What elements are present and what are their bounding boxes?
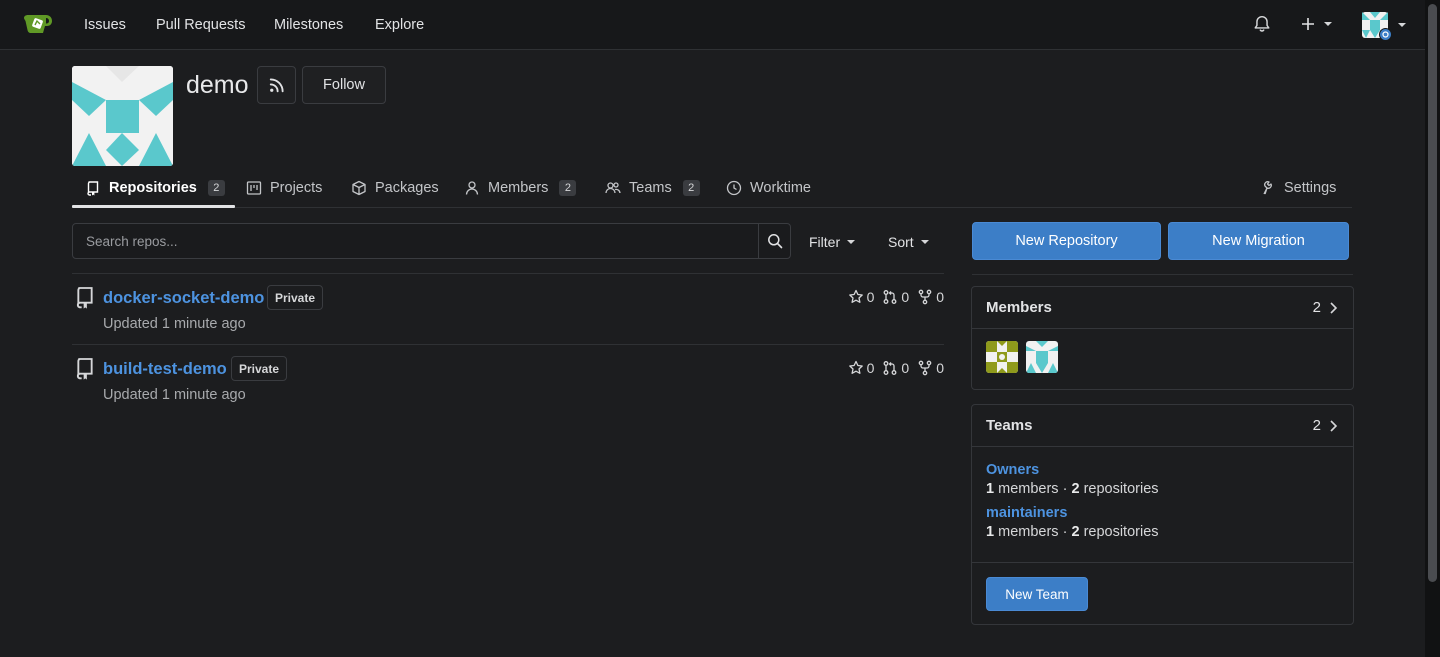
- team-entry: Owners 1 members · 2 repositories: [972, 462, 1353, 497]
- repo-stats: 0 0 0: [840, 289, 944, 305]
- team-name-link[interactable]: Owners: [986, 462, 1339, 478]
- nav-explore[interactable]: Explore: [375, 16, 424, 34]
- teams-count: 2: [1312, 417, 1321, 434]
- repo-name-link[interactable]: docker-socket-demo: [103, 288, 264, 308]
- divider: [972, 274, 1353, 275]
- user-menu[interactable]: [1362, 12, 1406, 41]
- teams-card-title: Teams: [986, 417, 1033, 434]
- members-card-title: Members: [986, 299, 1052, 316]
- user-avatar: [1362, 12, 1392, 41]
- stars-count[interactable]: 0: [848, 360, 874, 376]
- members-card: Members 2: [971, 286, 1354, 390]
- new-migration-button[interactable]: New Migration: [1168, 222, 1349, 260]
- repo-updated-time: Updated 1 minute ago: [103, 316, 246, 332]
- members-avatars: [972, 329, 1353, 387]
- bell-icon[interactable]: [1253, 15, 1271, 33]
- repo-updated-time: Updated 1 minute ago: [103, 387, 246, 403]
- top-navbar: Issues Pull Requests Milestones Explore: [0, 0, 1425, 50]
- nav-pull-requests[interactable]: Pull Requests: [156, 16, 245, 34]
- sort-dropdown[interactable]: Sort: [888, 234, 929, 250]
- new-team-button[interactable]: New Team: [986, 577, 1088, 611]
- follow-button[interactable]: Follow: [302, 66, 386, 104]
- search-input[interactable]: [73, 224, 758, 258]
- pull-requests-count[interactable]: 0: [882, 289, 909, 305]
- tab-badge: 2: [207, 180, 225, 196]
- members-count: 2: [1312, 299, 1321, 316]
- fork-icon: [918, 360, 932, 376]
- pull-request-icon: [883, 290, 897, 304]
- tab-packages[interactable]: Packages: [351, 178, 439, 198]
- tab-members[interactable]: Members 2: [464, 178, 577, 198]
- tab-badge: 2: [559, 180, 577, 196]
- repo-icon: [87, 181, 99, 196]
- nav-issues[interactable]: Issues: [84, 16, 126, 34]
- new-repository-button[interactable]: New Repository: [972, 222, 1161, 260]
- team-meta: 1 members · 2 repositories: [986, 524, 1159, 540]
- fork-icon: [918, 289, 932, 305]
- person-icon: [465, 181, 479, 195]
- tab-repositories[interactable]: Repositories 2: [85, 178, 225, 198]
- teams-card: Teams 2 Owners 1 members · 2 repositorie…: [971, 404, 1354, 625]
- search-box: [72, 223, 791, 259]
- org-avatar: [72, 66, 173, 166]
- tools-icon: [1263, 181, 1272, 195]
- list-item: build-test-demo Private Updated 1 minute…: [72, 345, 944, 416]
- member-avatar[interactable]: [986, 341, 1018, 373]
- list-item: docker-socket-demo Private Updated 1 min…: [72, 274, 944, 345]
- chevron-right-icon: [1330, 420, 1338, 432]
- forks-count[interactable]: 0: [917, 360, 944, 376]
- tab-badge: 2: [682, 180, 700, 196]
- chevron-right-icon: [1330, 302, 1338, 314]
- star-icon: [848, 360, 863, 374]
- pull-request-icon: [883, 361, 897, 375]
- members-card-header[interactable]: Members 2: [972, 287, 1353, 329]
- visibility-badge: Private: [267, 285, 324, 310]
- package-icon: [352, 180, 366, 196]
- teams-card-footer: New Team: [972, 562, 1353, 625]
- star-icon: [848, 289, 863, 303]
- forks-count[interactable]: 0: [917, 289, 944, 305]
- org-tabs: Repositories 2 Projects Packages Members…: [72, 166, 1352, 208]
- repo-list: docker-socket-demo Private Updated 1 min…: [72, 273, 944, 416]
- chevron-down-icon: [847, 240, 856, 244]
- pull-requests-count[interactable]: 0: [882, 360, 909, 376]
- plus-icon: [1302, 18, 1314, 30]
- org-name: demo: [186, 71, 249, 99]
- rss-icon: [269, 78, 284, 93]
- repo-icon: [74, 286, 96, 310]
- active-tab-indicator: [72, 205, 235, 208]
- chevron-down-icon: [920, 240, 929, 244]
- team-meta: 1 members · 2 repositories: [986, 481, 1159, 497]
- gitea-logo-icon[interactable]: [22, 12, 54, 36]
- search-button[interactable]: [758, 224, 790, 258]
- tab-teams[interactable]: Teams 2: [605, 178, 700, 198]
- create-menu[interactable]: [1300, 16, 1332, 32]
- teams-list: Owners 1 members · 2 repositories mainta…: [972, 447, 1353, 562]
- project-icon: [246, 181, 262, 195]
- tab-projects[interactable]: Projects: [246, 178, 322, 198]
- team-name-link[interactable]: maintainers: [986, 505, 1339, 521]
- scrollbar-thumb[interactable]: [1428, 4, 1437, 582]
- member-avatar[interactable]: [1026, 341, 1058, 373]
- teams-card-header[interactable]: Teams 2: [972, 405, 1353, 447]
- tab-settings[interactable]: Settings: [1260, 178, 1336, 198]
- repo-icon: [74, 357, 96, 381]
- search-icon: [767, 234, 782, 249]
- rss-feed-button[interactable]: [257, 66, 296, 104]
- stars-count[interactable]: 0: [848, 289, 874, 305]
- team-entry: maintainers 1 members · 2 repositories: [972, 505, 1353, 540]
- filter-dropdown[interactable]: Filter: [809, 234, 856, 250]
- chevron-down-icon: [1398, 23, 1406, 27]
- tab-worktime[interactable]: Worktime: [726, 178, 811, 198]
- visibility-badge: Private: [231, 356, 288, 381]
- repo-name-link[interactable]: build-test-demo: [103, 359, 227, 379]
- chevron-down-icon: [1324, 22, 1332, 26]
- repo-stats: 0 0 0: [840, 360, 944, 376]
- clock-icon: [726, 180, 742, 196]
- people-icon: [605, 182, 621, 194]
- nav-milestones[interactable]: Milestones: [274, 16, 343, 34]
